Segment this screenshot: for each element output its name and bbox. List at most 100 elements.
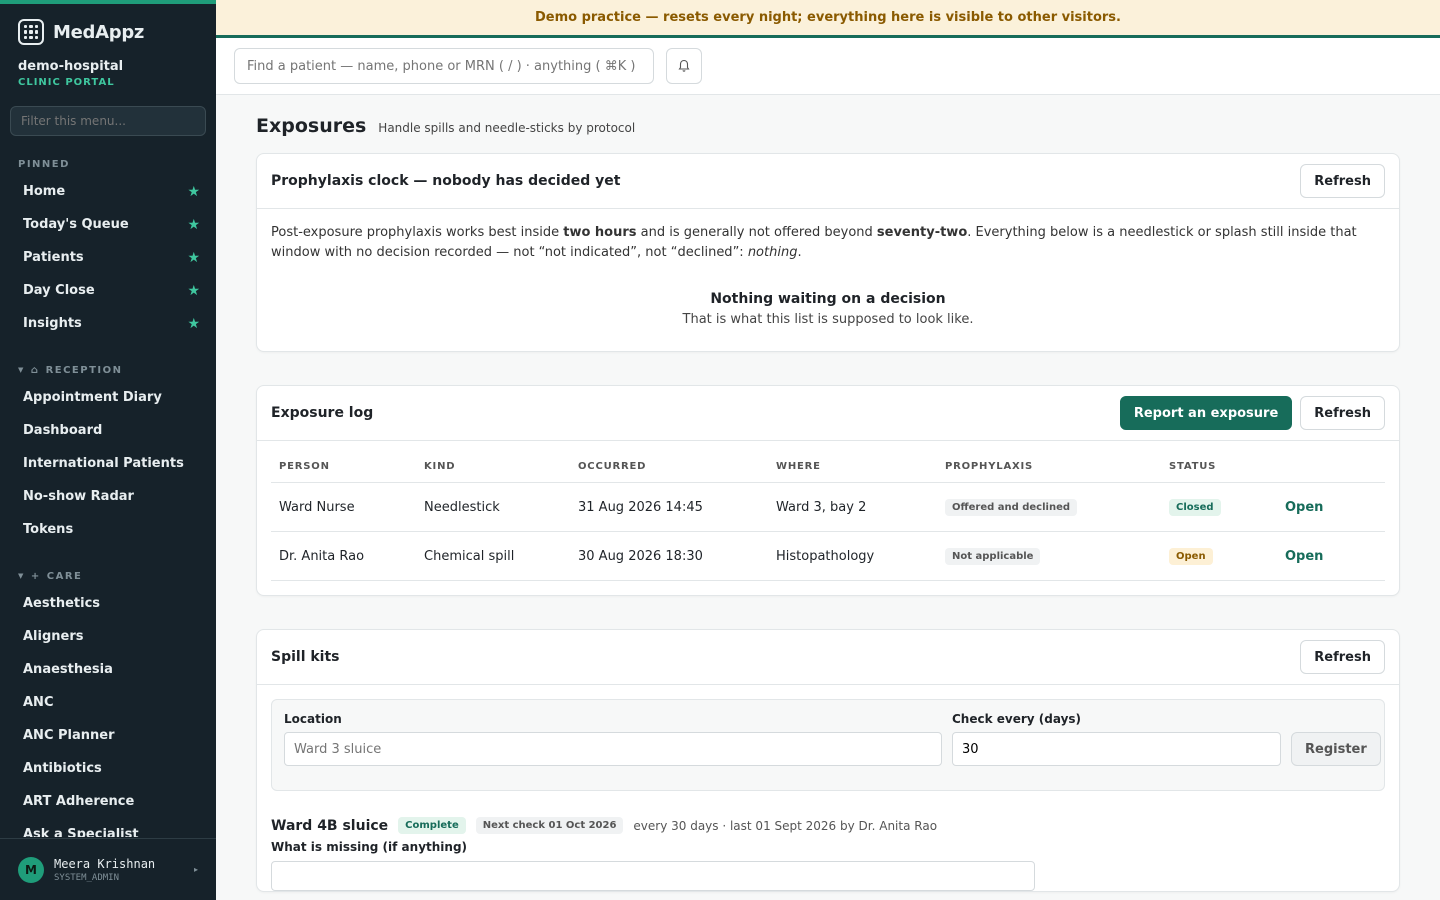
- brand[interactable]: MedAppz: [0, 4, 216, 45]
- section-toggle-reception[interactable]: ▼ ⌂ RECEPTION: [0, 362, 216, 378]
- sidebar-item-ask-a-specialist[interactable]: Ask a Specialist: [0, 818, 216, 837]
- open-link[interactable]: Open: [1285, 549, 1323, 564]
- cell-where: Histopathology: [768, 531, 937, 581]
- sidebar-item-aesthetics[interactable]: Aesthetics: [0, 587, 216, 620]
- notifications-button[interactable]: [666, 48, 702, 84]
- column-header[interactable]: PERSON: [271, 451, 416, 483]
- card-title: Spill kits: [271, 649, 340, 665]
- page-header: Exposures Handle spills and needle-stick…: [256, 115, 1400, 137]
- register-button[interactable]: Register: [1291, 732, 1381, 766]
- sidebar-item-dashboard[interactable]: Dashboard: [0, 414, 216, 447]
- sidebar-item-anaesthesia[interactable]: Anaesthesia: [0, 653, 216, 686]
- sidebar-item-insights[interactable]: Insights ★: [0, 307, 216, 340]
- sidebar-item-todays-queue[interactable]: Today's Queue ★: [0, 208, 216, 241]
- sidebar-item-no-show-radar[interactable]: No-show Radar: [0, 480, 216, 513]
- prophylaxis-clock-card: Prophylaxis clock — nobody has decided y…: [256, 153, 1400, 352]
- refresh-button[interactable]: Refresh: [1300, 640, 1385, 674]
- home-icon: ⌂: [30, 364, 40, 376]
- sidebar-item-label: Insights: [23, 316, 82, 331]
- section-label-pinned: PINNED: [18, 158, 70, 170]
- column-header[interactable]: OCCURRED: [570, 451, 768, 483]
- column-header[interactable]: WHERE: [768, 451, 937, 483]
- button-group: Report an exposure Refresh: [1119, 396, 1385, 430]
- user-name: Meera Krishnan: [54, 856, 156, 871]
- tenant-name: demo-hospital: [18, 59, 124, 74]
- star-icon[interactable]: ★: [187, 250, 200, 266]
- sidebar-item-label: Tokens: [23, 522, 74, 537]
- caret-down-icon: ▼: [18, 572, 25, 580]
- bell-icon: [678, 59, 690, 72]
- sidebar-item-art-adherence[interactable]: ART Adherence: [0, 785, 216, 818]
- patient-search-input[interactable]: [234, 48, 654, 84]
- card-header: Exposure log Report an exposure Refresh: [257, 386, 1399, 441]
- missing-items-input[interactable]: [271, 861, 1035, 891]
- caret-down-icon: ▼: [18, 366, 25, 374]
- column-header[interactable]: STATUS: [1161, 451, 1277, 483]
- star-icon[interactable]: ★: [187, 184, 200, 200]
- sidebar-item-appointment-diary[interactable]: Appointment Diary: [0, 381, 216, 414]
- column-header[interactable]: PROPHYLAXIS: [937, 451, 1161, 483]
- star-icon[interactable]: ★: [187, 316, 200, 332]
- column-header[interactable]: KIND: [416, 451, 570, 483]
- star-icon[interactable]: ★: [187, 283, 200, 299]
- cell-where: Ward 3, bay 2: [768, 482, 937, 532]
- sidebar-item-label: No-show Radar: [23, 489, 134, 504]
- cell-kind: Needlestick: [416, 482, 570, 532]
- sidebar-item-anc-planner[interactable]: ANC Planner: [0, 719, 216, 752]
- location-label: Location: [284, 712, 342, 726]
- exposure-table: PERSON KIND OCCURRED WHERE PROPHYLAXIS S…: [271, 451, 1385, 581]
- sidebar-item-label: ANC Planner: [23, 728, 115, 743]
- table-row: Dr. Anita Rao Chemical spill 30 Aug 2026…: [271, 531, 1385, 581]
- spill-kits-card: Spill kits Refresh Location Check every …: [256, 629, 1400, 892]
- chevron-icon: ▸: [193, 865, 198, 874]
- prophylaxis-badge: Offered and declined: [945, 498, 1078, 516]
- sidebar-item-day-close[interactable]: Day Close ★: [0, 274, 216, 307]
- avatar: M: [18, 856, 44, 883]
- status-badge: Complete: [398, 817, 466, 834]
- sidebar-item-label: Day Close: [23, 283, 95, 298]
- sidebar-item-label: ANC: [23, 695, 54, 710]
- cell-status: Closed: [1161, 482, 1277, 532]
- sidebar-item-anc[interactable]: ANC: [0, 686, 216, 719]
- prophylaxis-badge: Not applicable: [945, 547, 1041, 565]
- section-toggle-care[interactable]: ▼ + CARE: [0, 568, 216, 584]
- sidebar-item-international-patients[interactable]: International Patients: [0, 447, 216, 480]
- section-label-reception: RECEPTION: [45, 364, 123, 376]
- location-input[interactable]: [284, 732, 942, 766]
- menu-filter-input[interactable]: [10, 106, 206, 136]
- sidebar-item-label: Appointment Diary: [23, 390, 162, 405]
- sidebar: MedAppz demo-hospital CLINIC PORTAL PINN…: [0, 0, 216, 900]
- app-logo-icon: [18, 19, 44, 45]
- sidebar-item-antibiotics[interactable]: Antibiotics: [0, 752, 216, 785]
- refresh-button[interactable]: Refresh: [1300, 164, 1385, 198]
- main-area: Demo practice — resets every night; ever…: [216, 0, 1440, 900]
- user-menu[interactable]: M Meera Krishnan SYSTEM_ADMIN ▸: [0, 838, 216, 900]
- plus-icon: +: [30, 570, 41, 582]
- sidebar-item-tokens[interactable]: Tokens: [0, 513, 216, 546]
- sidebar-item-aligners[interactable]: Aligners: [0, 620, 216, 653]
- star-icon[interactable]: ★: [187, 217, 200, 233]
- interval-input[interactable]: [952, 732, 1281, 766]
- text-bold: seventy-two: [876, 225, 968, 240]
- cell-action: Open: [1277, 482, 1385, 532]
- refresh-button[interactable]: Refresh: [1300, 396, 1385, 430]
- report-exposure-button[interactable]: Report an exposure: [1119, 396, 1293, 430]
- pinned-list: Home ★ Today's Queue ★ Patients ★ Day Close…: [0, 175, 216, 340]
- card-body: Post-exposure prophylaxis works best ins…: [257, 209, 1399, 351]
- page-title: Exposures: [256, 115, 367, 137]
- spill-kit-item: Ward 4B sluice Complete Next check 01 Oc…: [257, 805, 1399, 834]
- open-link[interactable]: Open: [1285, 500, 1323, 515]
- text-bold: two hours: [563, 225, 637, 240]
- kit-meta: every 30 days · last 01 Sept 2026 by Dr.…: [633, 818, 938, 833]
- sidebar-item-label: Ask a Specialist: [23, 827, 139, 837]
- card-header: Prophylaxis clock — nobody has decided y…: [257, 154, 1399, 209]
- status-badge: Open: [1169, 547, 1213, 565]
- sidebar-item-label: Patients: [23, 250, 84, 265]
- cell-action: Open: [1277, 531, 1385, 581]
- sidebar-item-patients[interactable]: Patients ★: [0, 241, 216, 274]
- sidebar-item-home[interactable]: Home ★: [0, 175, 216, 208]
- cell-person: Dr. Anita Rao: [271, 531, 416, 581]
- text-italic: nothing: [747, 245, 798, 260]
- cell-occurred: 30 Aug 2026 18:30: [570, 531, 768, 581]
- table-row: Ward Nurse Needlestick 31 Aug 2026 14:45…: [271, 482, 1385, 532]
